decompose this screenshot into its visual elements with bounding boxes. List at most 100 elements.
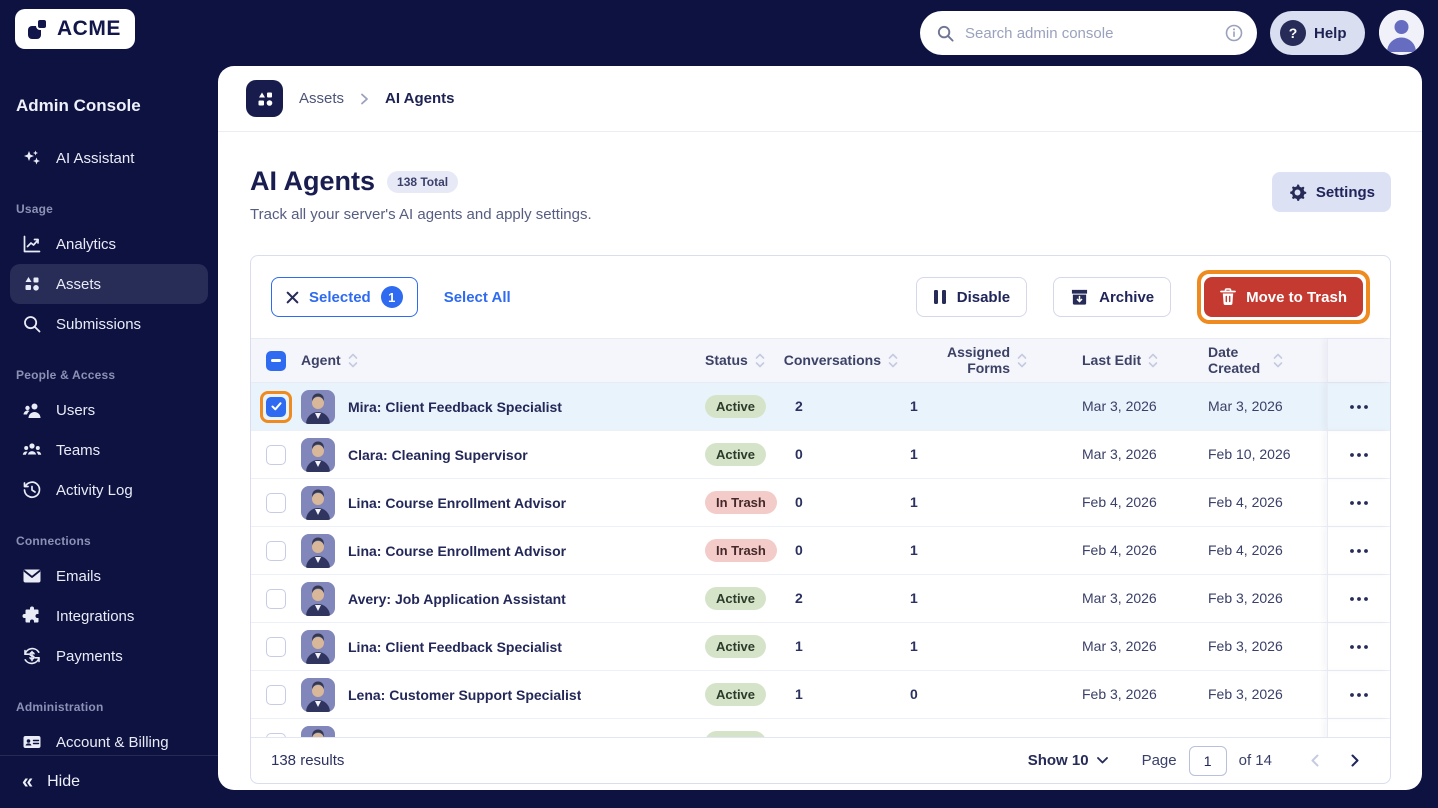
date-created: Feb 3, 2026 [1208, 637, 1283, 654]
breadcrumb-assets[interactable]: Assets [299, 90, 344, 107]
row-checkbox[interactable] [266, 684, 286, 705]
assigned-forms-count: 1 [910, 397, 918, 414]
email-icon [22, 566, 42, 586]
sidebar-section-label: People & Access [16, 368, 116, 382]
teams-icon [22, 440, 42, 460]
sidebar-item-emails[interactable]: Emails [10, 556, 208, 596]
table-row: Mira: Client Feedback Specialist Active 2 1… [251, 383, 1390, 431]
table-row: Lina: Client Feedback Specialist Active 1 1… [251, 623, 1390, 671]
sidebar-item-activity-log[interactable]: Activity Log [10, 470, 208, 510]
agent-avatar [301, 677, 335, 712]
sidebar-item-ai-assistant[interactable]: AI Assistant [10, 138, 208, 178]
sidebar-item-analytics[interactable]: Analytics [10, 224, 208, 264]
agent-name[interactable]: Clara: Cleaning Supervisor [348, 447, 528, 463]
archive-button[interactable]: Archive [1053, 277, 1172, 317]
admin-search [920, 11, 1257, 55]
row-actions-menu-button[interactable] [1344, 639, 1374, 655]
sidebar-item-payments[interactable]: Payments [10, 636, 208, 676]
agent-name[interactable]: Avery: Job Application Assistant [348, 591, 566, 607]
last-edit-date: Mar 3, 2026 [1082, 397, 1157, 414]
assigned-forms-count: 1 [910, 637, 918, 654]
row-checkbox[interactable] [266, 444, 286, 465]
conversations-count: 1 [795, 637, 803, 654]
row-checkbox[interactable] [266, 540, 286, 561]
select-all-button[interactable]: Select All [444, 289, 511, 306]
row-checkbox[interactable] [266, 636, 286, 657]
sidebar-item-integrations[interactable]: Integrations [10, 596, 208, 636]
sidebar-item-assets[interactable]: Assets [10, 264, 208, 304]
sidebar-item-teams[interactable]: Teams [10, 430, 208, 470]
question-icon: ? [1280, 20, 1306, 46]
date-created: Feb 4, 2026 [1208, 541, 1283, 558]
sidebar-hide-button[interactable]: « Hide [0, 755, 218, 808]
agent-avatar [301, 389, 335, 424]
search-input[interactable] [965, 24, 1215, 42]
acme-logo[interactable]: ACME [15, 9, 135, 49]
select-all-checkbox[interactable] [266, 350, 286, 371]
disable-button[interactable]: Disable [915, 277, 1028, 317]
column-header-date-created[interactable]: Date Created [1192, 344, 1327, 376]
users-icon [22, 400, 42, 420]
row-actions-menu-button[interactable] [1344, 399, 1374, 415]
agent-name[interactable]: Lina: Course Enrollment Advisor [348, 495, 566, 511]
puzzle-icon [22, 606, 42, 626]
column-header-agent[interactable]: Agent [301, 352, 695, 368]
move-to-trash-button[interactable]: Move to Trash [1204, 277, 1363, 317]
results-count: 138 results [271, 752, 345, 769]
row-actions-menu-button[interactable] [1344, 591, 1374, 607]
show-per-page-dropdown[interactable]: Show 10 [1028, 752, 1108, 769]
analytics-icon [22, 234, 42, 254]
column-header-last-edit[interactable]: Last Edit [1040, 352, 1192, 368]
table-row: Clara: Cleaning Supervisor Active 0 1 Mar 3,… [251, 431, 1390, 479]
selected-filter-button[interactable]: Selected 1 [271, 277, 418, 317]
page-number-input[interactable] [1188, 745, 1227, 776]
conversations-count: 1 [795, 685, 803, 702]
settings-button[interactable]: Settings [1271, 172, 1391, 212]
next-page-button[interactable] [1340, 746, 1370, 776]
last-edit-date: Mar 3, 2026 [1082, 589, 1157, 606]
row-checkbox[interactable] [266, 396, 286, 417]
collapse-icon: « [22, 770, 34, 793]
sidebar-item-label: Analytics [56, 235, 117, 253]
row-actions-menu-button[interactable] [1344, 447, 1374, 463]
agent-name[interactable]: Lina: Course Enrollment Advisor [348, 543, 566, 559]
previous-page-button[interactable] [1300, 746, 1330, 776]
billing-icon [22, 732, 42, 752]
sidebar-item-label: Account & Billing [56, 733, 169, 751]
row-checkbox[interactable] [266, 492, 286, 513]
row-actions-menu-button[interactable] [1344, 687, 1374, 703]
page-title: AI Agents [250, 166, 376, 196]
chevron-down-icon [1096, 757, 1108, 764]
column-header-status[interactable]: Status [695, 352, 795, 368]
move-to-trash-highlight: Move to Trash [1197, 270, 1370, 324]
agent-name[interactable]: Lena: Customer Support Specialist [348, 687, 581, 703]
column-header-assigned-forms[interactable]: Assigned Forms [910, 344, 1040, 376]
table-row: Avery: Job Application Assistant Active 2 1… [251, 575, 1390, 623]
sparkles-icon [22, 148, 42, 168]
agent-name[interactable]: Mira: Client Feedback Specialist [348, 399, 562, 415]
agent-name[interactable]: Lina: Client Feedback Specialist [348, 639, 562, 655]
table-row: Lina: Course Enrollment Advisor In Trash 0… [251, 527, 1390, 575]
row-actions-menu-button[interactable] [1344, 543, 1374, 559]
assigned-forms-count: 0 [910, 685, 918, 702]
page-label: Page [1141, 752, 1177, 769]
column-header-conversations[interactable]: Conversations [784, 352, 910, 368]
breadcrumb-ai-agents: AI Agents [385, 90, 455, 107]
sidebar-item-label: Users [56, 401, 96, 419]
row-actions-menu-button[interactable] [1344, 495, 1374, 511]
last-edit-date: Mar 3, 2026 [1082, 637, 1157, 654]
status-badge: In Trash [705, 491, 777, 514]
page-header: AI Agents 138 Total Track all your serve… [218, 132, 1422, 223]
date-created: Feb 4, 2026 [1208, 493, 1283, 510]
assets-icon [22, 274, 42, 294]
info-icon[interactable] [1225, 24, 1243, 42]
user-avatar[interactable] [1379, 10, 1424, 55]
column-header-actions [1327, 339, 1390, 382]
sidebar-item-submissions[interactable]: Submissions [10, 304, 208, 344]
breadcrumb: Assets AI Agents [218, 66, 1422, 132]
agent-avatar [301, 485, 335, 520]
status-badge: Active [705, 587, 767, 610]
row-checkbox[interactable] [266, 588, 286, 609]
help-button[interactable]: ? Help [1270, 11, 1365, 55]
sidebar-item-users[interactable]: Users [10, 390, 208, 430]
